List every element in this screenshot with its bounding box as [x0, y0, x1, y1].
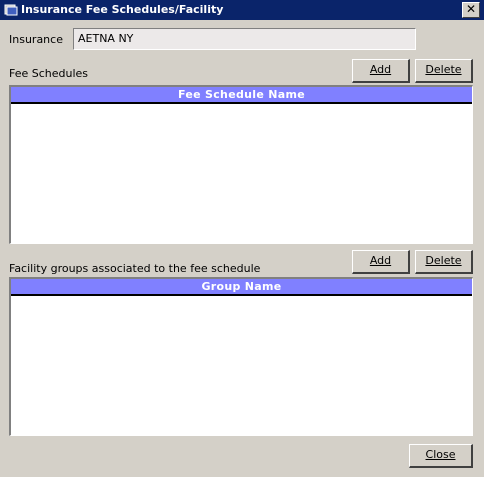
insurance-label: Insurance	[9, 33, 63, 46]
fee-schedule-delete-button[interactable]: Delete	[415, 59, 473, 83]
close-icon: ✕	[465, 2, 477, 16]
facility-group-list[interactable]: Group Name	[9, 277, 473, 436]
insurance-field[interactable]: AETNA NY	[73, 28, 416, 50]
window-close-button[interactable]: ✕	[462, 2, 480, 18]
fee-schedule-name-column-header[interactable]: Fee Schedule Name	[11, 87, 472, 104]
facility-group-delete-button[interactable]: Delete	[415, 250, 473, 274]
fee-schedule-list[interactable]: Fee Schedule Name	[9, 85, 473, 244]
fee-schedule-add-button[interactable]: Add	[352, 59, 410, 83]
group-name-column-header[interactable]: Group Name	[11, 279, 472, 296]
window-title: Insurance Fee Schedules/Facility	[21, 3, 224, 16]
facility-groups-label: Facility groups associated to the fee sc…	[9, 262, 261, 275]
fee-schedules-label: Fee Schedules	[9, 67, 89, 80]
close-button[interactable]: Close	[409, 444, 473, 468]
title-bar: Insurance Fee Schedules/Facility ✕	[0, 0, 484, 20]
window-app-icon	[4, 4, 18, 16]
facility-group-add-button[interactable]: Add	[352, 250, 410, 274]
